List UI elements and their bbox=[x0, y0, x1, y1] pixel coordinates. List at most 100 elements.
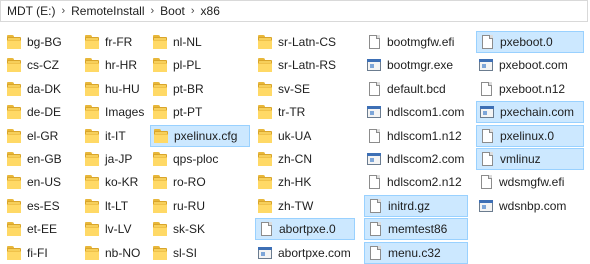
application-icon bbox=[479, 104, 495, 120]
folder-item[interactable]: sl-SI bbox=[150, 242, 197, 264]
file-item[interactable]: wdsmgfw.efi bbox=[476, 171, 564, 193]
folder-item[interactable]: en-US bbox=[4, 171, 61, 193]
folder-item[interactable]: et-EE bbox=[4, 218, 57, 240]
folder-item[interactable]: nl-NL bbox=[150, 31, 202, 53]
folder-item[interactable]: tr-TR bbox=[255, 101, 305, 123]
folder-icon bbox=[6, 81, 22, 97]
folder-icon bbox=[152, 81, 168, 97]
folder-item[interactable]: zh-CN bbox=[255, 148, 312, 170]
item-label: et-EE bbox=[27, 222, 58, 236]
folder-icon bbox=[84, 151, 100, 167]
folder-icon bbox=[153, 128, 169, 144]
file-item[interactable]: hdlscom2.n12 bbox=[364, 171, 462, 193]
folder-item[interactable]: sk-SK bbox=[150, 218, 205, 240]
file-item[interactable]: bootmgfw.efi bbox=[364, 31, 454, 53]
folder-icon bbox=[257, 198, 273, 214]
folder-icon bbox=[6, 104, 22, 120]
folder-item[interactable]: ro-RO bbox=[150, 171, 206, 193]
breadcrumb-x86[interactable]: x86 bbox=[201, 4, 220, 18]
breadcrumb-remoteinstall[interactable]: RemoteInstall bbox=[71, 4, 144, 18]
folder-icon bbox=[6, 151, 22, 167]
breadcrumb-drive[interactable]: MDT (E:) bbox=[7, 4, 55, 18]
folder-item[interactable]: hu-HU bbox=[82, 78, 140, 100]
file-item[interactable]: default.bcd bbox=[364, 78, 446, 100]
folder-item[interactable]: da-DK bbox=[4, 78, 61, 100]
folder-item[interactable]: qps-ploc bbox=[150, 148, 218, 170]
folder-item[interactable]: nb-NO bbox=[82, 242, 140, 264]
folder-item[interactable]: pt-PT bbox=[150, 101, 202, 123]
file-item[interactable]: pxechain.com bbox=[476, 101, 584, 123]
folder-item[interactable]: cs-CZ bbox=[4, 54, 59, 76]
item-label: nl-NL bbox=[173, 35, 202, 49]
folder-icon bbox=[84, 198, 100, 214]
folder-item[interactable]: ko-KR bbox=[82, 171, 138, 193]
file-item[interactable]: vmlinuz bbox=[476, 148, 584, 170]
file-item[interactable]: pxeboot.0 bbox=[476, 31, 584, 53]
breadcrumb-boot[interactable]: Boot bbox=[160, 4, 185, 18]
folder-icon bbox=[152, 221, 168, 237]
item-label: hdlscom2.n12 bbox=[387, 175, 462, 189]
folder-item[interactable]: Images bbox=[82, 101, 144, 123]
folder-item[interactable]: sr-Latn-CS bbox=[255, 31, 336, 53]
folder-icon bbox=[257, 128, 273, 144]
application-icon bbox=[366, 151, 382, 167]
folder-item[interactable]: bg-BG bbox=[4, 31, 62, 53]
file-icon bbox=[366, 81, 382, 97]
item-label: ja-JP bbox=[105, 152, 133, 166]
folder-icon bbox=[152, 151, 168, 167]
folder-item[interactable]: zh-TW bbox=[255, 195, 313, 217]
file-item[interactable]: hdlscom1.n12 bbox=[364, 125, 462, 147]
item-label: wdsnbp.com bbox=[499, 199, 567, 213]
file-item[interactable]: pxeboot.n12 bbox=[476, 78, 565, 100]
file-item[interactable]: hdlscom2.com bbox=[364, 148, 464, 170]
folder-item[interactable]: pxelinux.cfg bbox=[150, 125, 250, 147]
folder-icon bbox=[152, 198, 168, 214]
folder-item[interactable]: de-DE bbox=[4, 101, 61, 123]
item-label: abortpxe.com bbox=[278, 246, 351, 260]
item-label: zh-HK bbox=[278, 175, 312, 189]
folder-item[interactable]: es-ES bbox=[4, 195, 60, 217]
folder-item[interactable]: lt-LT bbox=[82, 195, 128, 217]
item-label: hdlscom1.com bbox=[387, 105, 465, 119]
folder-item[interactable]: ja-JP bbox=[82, 148, 132, 170]
breadcrumb-separator-icon[interactable]: › bbox=[151, 5, 155, 17]
folder-item[interactable]: pt-BR bbox=[150, 78, 204, 100]
folder-item[interactable]: sr-Latn-RS bbox=[255, 54, 336, 76]
folder-item[interactable]: it-IT bbox=[82, 125, 126, 147]
breadcrumb-separator-icon[interactable]: › bbox=[61, 5, 65, 17]
item-label: Images bbox=[105, 105, 145, 119]
item-label: pxeboot.n12 bbox=[499, 82, 566, 96]
file-item[interactable]: menu.c32 bbox=[364, 242, 468, 264]
file-item[interactable]: hdlscom1.com bbox=[364, 101, 464, 123]
file-item[interactable]: abortpxe.com bbox=[255, 242, 351, 264]
folder-item[interactable]: sv-SE bbox=[255, 78, 310, 100]
folder-icon bbox=[152, 104, 168, 120]
folder-item[interactable]: el-GR bbox=[4, 125, 58, 147]
file-item[interactable]: pxeboot.com bbox=[476, 54, 568, 76]
file-icon bbox=[478, 174, 494, 190]
address-bar[interactable]: MDT (E:) › RemoteInstall › Boot › x86 bbox=[0, 0, 588, 22]
folder-item[interactable]: uk-UA bbox=[255, 125, 311, 147]
item-label: uk-UA bbox=[278, 129, 312, 143]
file-item[interactable]: initrd.gz bbox=[364, 195, 468, 217]
file-item[interactable]: wdsnbp.com bbox=[476, 195, 566, 217]
folder-icon bbox=[84, 128, 100, 144]
file-item[interactable]: pxelinux.0 bbox=[476, 125, 584, 147]
item-label: fr-FR bbox=[105, 35, 133, 49]
file-item[interactable]: bootmgr.exe bbox=[364, 54, 453, 76]
file-item[interactable]: memtest86 bbox=[364, 218, 468, 240]
folder-item[interactable]: hr-HR bbox=[82, 54, 137, 76]
folder-item[interactable]: fr-FR bbox=[82, 31, 132, 53]
folder-icon bbox=[6, 34, 22, 50]
file-item[interactable]: abortpxe.0 bbox=[255, 218, 355, 240]
item-label: ro-RO bbox=[173, 175, 206, 189]
file-icon bbox=[367, 245, 383, 261]
folder-item[interactable]: lv-LV bbox=[82, 218, 131, 240]
folder-item[interactable]: ru-RU bbox=[150, 195, 205, 217]
folder-icon bbox=[152, 34, 168, 50]
folder-item[interactable]: en-GB bbox=[4, 148, 62, 170]
breadcrumb-separator-icon[interactable]: › bbox=[191, 5, 195, 17]
folder-item[interactable]: fi-FI bbox=[4, 242, 48, 264]
folder-item[interactable]: zh-HK bbox=[255, 171, 311, 193]
folder-item[interactable]: pl-PL bbox=[150, 54, 201, 76]
